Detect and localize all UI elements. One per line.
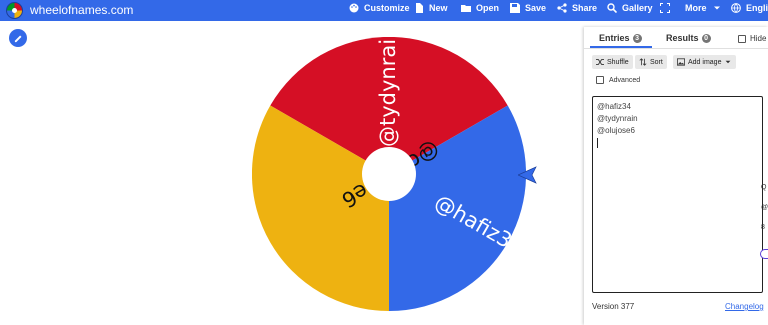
tab-divider (584, 48, 768, 49)
entry-line: @hafiz34 (597, 102, 631, 111)
entries-textarea[interactable]: @hafiz34 @tydynrain @olujose6 (592, 96, 763, 293)
gallery-button[interactable]: Gallery (607, 3, 653, 13)
brand-name[interactable]: wheelofnames.com (30, 3, 133, 17)
changelog-link[interactable]: Changelog (725, 302, 764, 311)
share-button[interactable]: Share (557, 3, 597, 13)
open-label: Open (476, 3, 500, 13)
sort-icon (639, 58, 647, 66)
save-icon (510, 3, 520, 13)
fullscreen-button[interactable] (660, 3, 670, 13)
edge-toolbar: Q @ 8 (761, 184, 768, 244)
text-caret (597, 138, 598, 148)
language-menu[interactable]: English (731, 3, 768, 13)
folder-icon (461, 5, 471, 12)
edge-icon[interactable]: @ (761, 204, 768, 212)
entries-panel: Entries 3 Results 0 Hide Shuffle Sort Ad… (584, 27, 768, 325)
customize-label: Customize (364, 3, 410, 13)
wheel-pointer-icon (518, 166, 537, 184)
spin-wheel[interactable]: @tydynrain @hafiz34 @olujose6 (251, 26, 528, 311)
more-menu[interactable]: More (685, 3, 722, 13)
share-icon (557, 3, 567, 13)
gallery-label: Gallery (622, 3, 653, 13)
palette-icon (349, 3, 359, 13)
language-label: English (746, 3, 768, 13)
customize-button[interactable]: Customize (349, 3, 410, 13)
edit-title-button[interactable] (9, 29, 27, 47)
shuffle-button[interactable]: Shuffle (592, 55, 633, 69)
hide-toggle[interactable]: Hide (738, 34, 766, 43)
image-icon (677, 58, 685, 66)
new-button[interactable]: New (414, 3, 448, 13)
chevron-down-icon (726, 60, 731, 64)
entry-line: @tydynrain (597, 114, 638, 123)
chevron-down-icon (713, 6, 720, 10)
add-image-label: Add image (688, 58, 722, 66)
pencil-icon (14, 35, 21, 42)
version-text: Version 377 (592, 302, 635, 311)
edge-icon[interactable]: 8 (761, 224, 768, 232)
hide-checkbox[interactable] (738, 34, 746, 43)
sort-button[interactable]: Sort (635, 55, 667, 69)
wheel-center[interactable] (362, 147, 416, 201)
wheel-logo-icon[interactable] (6, 2, 23, 19)
advanced-toggle[interactable]: Advanced (596, 76, 640, 84)
shuffle-icon (596, 59, 604, 65)
save-button[interactable]: Save (510, 3, 546, 13)
advanced-checkbox[interactable] (596, 76, 604, 84)
results-count-badge: 0 (701, 33, 711, 43)
file-icon (416, 3, 423, 13)
wheel-label-tydynrain: @tydynrain (376, 37, 400, 147)
open-button[interactable]: Open (461, 3, 499, 13)
share-label: Share (572, 3, 598, 13)
tab-entries[interactable]: Entries 3 (599, 33, 642, 43)
sort-label: Sort (650, 58, 663, 66)
save-label: Save (525, 3, 547, 13)
edge-icon[interactable]: Q (761, 184, 768, 192)
globe-icon (731, 3, 741, 13)
new-label: New (429, 3, 448, 13)
hide-label: Hide (750, 34, 767, 43)
more-label: More (685, 3, 707, 13)
top-navbar: wheelofnames.com Customize New Open Save… (0, 0, 768, 21)
entry-line: @olujose6 (597, 126, 635, 135)
tab-results-label: Results (666, 33, 699, 43)
tab-entries-label: Entries (599, 33, 630, 43)
tab-results[interactable]: Results 0 (666, 33, 711, 43)
entries-count-badge: 3 (632, 33, 642, 43)
advanced-label: Advanced (609, 76, 641, 84)
wheel-svg: @tydynrain @hafiz34 @olujose6 (251, 26, 528, 311)
search-icon (607, 3, 617, 13)
fullscreen-icon (660, 3, 670, 13)
shuffle-label: Shuffle (607, 58, 629, 66)
add-image-button[interactable]: Add image (673, 55, 737, 69)
edge-active-icon[interactable] (760, 249, 768, 259)
